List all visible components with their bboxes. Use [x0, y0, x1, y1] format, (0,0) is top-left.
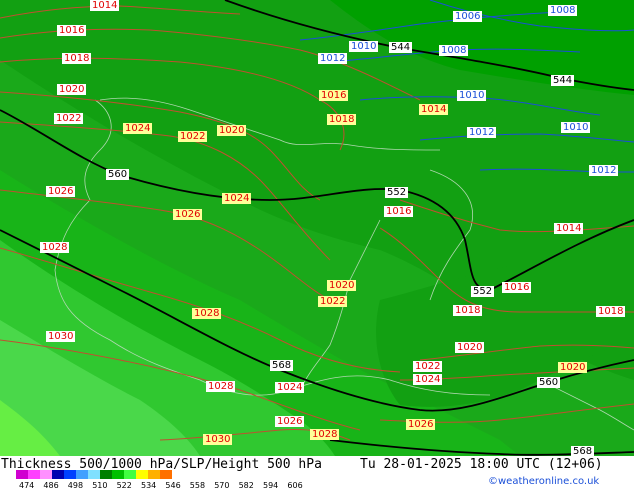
legend-tick: 558 — [189, 481, 206, 490]
isobar-label: 1022 — [54, 113, 84, 124]
isobar-label: 1010 — [457, 90, 487, 101]
height-label: 568 — [571, 446, 595, 456]
isobar-label: 1012 — [467, 127, 497, 138]
legend-swatch — [148, 470, 160, 479]
height-label: 544 — [551, 75, 575, 86]
color-legend — [16, 470, 172, 479]
isobar-label: 1022 — [318, 296, 348, 307]
isobar-label: 1018 — [327, 114, 357, 125]
legend-tick: 522 — [116, 481, 132, 490]
legend-swatch — [40, 470, 52, 479]
legend-swatch — [76, 470, 88, 479]
isobar-label: 1014 — [90, 0, 120, 11]
legend-tick: 534 — [141, 481, 157, 490]
height-label: 544 — [389, 42, 413, 53]
legend-tick: 486 — [43, 481, 59, 490]
legend-tick: 570 — [214, 481, 230, 490]
isobar-label: 1010 — [349, 41, 379, 52]
isobar-label: 1012 — [318, 53, 348, 64]
legend-swatch — [100, 470, 112, 479]
isobar-label: 1016 — [57, 25, 87, 36]
isobar-label: 1028 — [206, 381, 236, 392]
legend-swatch — [124, 470, 136, 479]
isobar-label: 1020 — [57, 84, 87, 95]
isobar-label: 1026 — [46, 186, 76, 197]
credit-link[interactable]: ©weatheronline.co.uk — [488, 476, 599, 487]
valid-datetime: Tu 28-01-2025 18:00 UTC (12+06) — [360, 457, 603, 472]
isobar-label: 1014 — [554, 223, 584, 234]
height-label: 568 — [270, 360, 294, 371]
legend-tick: 546 — [165, 481, 181, 490]
legend-tick: 498 — [67, 481, 84, 490]
height-label: 552 — [471, 286, 495, 297]
isobar-label: 1012 — [589, 165, 619, 176]
isobar-label: 1008 — [439, 45, 469, 56]
isobar-label: 1024 — [275, 382, 305, 393]
weather-map: 1014 1016 1018 1020 1022 1024 1022 1020 … — [0, 0, 634, 456]
isobar-label: 1022 — [178, 131, 208, 142]
height-label: 560 — [537, 377, 561, 388]
legend-tick: 510 — [92, 481, 108, 490]
isobar-label: 1020 — [217, 125, 247, 136]
height-label: 560 — [106, 169, 130, 180]
legend-swatch — [88, 470, 100, 479]
height-label: 552 — [385, 187, 409, 198]
legend-swatch — [160, 470, 172, 479]
isobar-label: 1008 — [548, 5, 578, 16]
isobar-label: 1022 — [413, 361, 443, 372]
isobar-label: 1026 — [173, 209, 203, 220]
isobar-label: 1010 — [561, 122, 591, 133]
legend-tick: 606 — [287, 481, 303, 490]
isobar-label: 1030 — [46, 331, 76, 342]
isobar-label: 1028 — [40, 242, 70, 253]
isobar-label: 1018 — [596, 306, 626, 317]
isobar-label: 1028 — [310, 429, 340, 440]
isobar-label: 1006 — [453, 11, 483, 22]
isobar-label: 1020 — [558, 362, 588, 373]
isobar-label: 1028 — [192, 308, 222, 319]
legend-swatch — [64, 470, 76, 479]
isobar-label: 1024 — [123, 123, 153, 134]
isobar-label: 1016 — [384, 206, 414, 217]
isobar-label: 1016 — [502, 282, 532, 293]
isobar-label: 1016 — [319, 90, 349, 101]
isobar-label: 1030 — [203, 434, 233, 445]
isobar-label: 1018 — [453, 305, 483, 316]
legend-tick: 474 — [19, 481, 35, 490]
legend-swatch — [112, 470, 124, 479]
legend-swatch — [52, 470, 64, 479]
isobar-label: 1024 — [413, 374, 443, 385]
legend-swatch — [136, 470, 148, 479]
legend-swatch — [16, 470, 28, 479]
isobar-label: 1014 — [419, 104, 449, 115]
isobar-label: 1018 — [62, 53, 92, 64]
legend-swatch — [28, 470, 40, 479]
isobar-label: 1026 — [406, 419, 436, 430]
isobar-label: 1020 — [455, 342, 485, 353]
legend-tick: 594 — [263, 481, 279, 490]
isobar-label: 1020 — [327, 280, 357, 291]
isobar-label: 1026 — [275, 416, 305, 427]
legend-tick: 582 — [238, 481, 254, 490]
isobar-label: 1024 — [222, 193, 252, 204]
